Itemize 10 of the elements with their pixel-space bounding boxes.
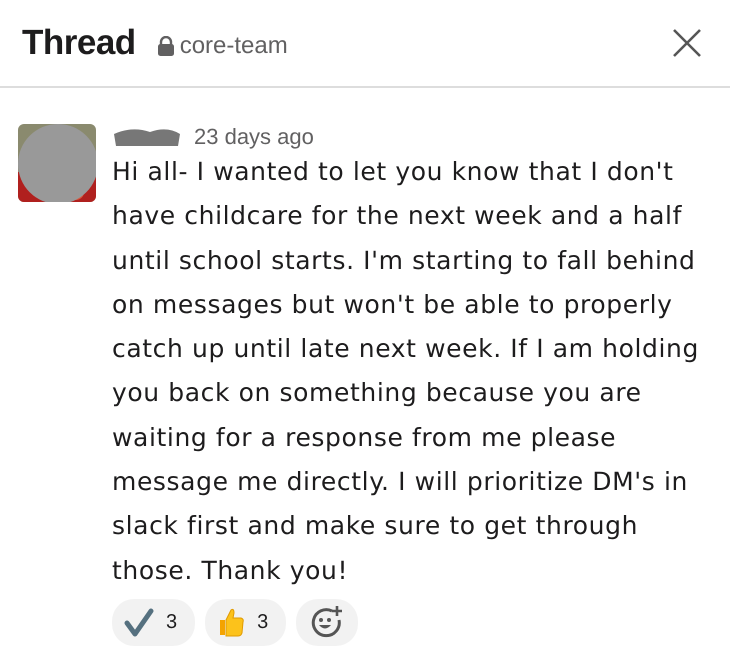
thumbs-up-icon	[217, 607, 246, 638]
message-text: Hi all- I wanted to let you know that I don't have childcare for the next week and a half until school starts. I'm starting to fall behind on messages but won't be able to properly catch up until late next week. If I am holding you back on something because you are waiting for a response from me please message me directly. I will prioritize DM's in slack first and make sure to get through those. Thank you!	[112, 156, 700, 587]
add-reaction-button[interactable]	[296, 598, 358, 646]
check-mark-icon	[124, 607, 154, 638]
reaction-button[interactable]: 3	[112, 598, 196, 646]
timestamp: 23 days ago	[194, 124, 314, 150]
reaction-button[interactable]: 3	[205, 598, 286, 646]
channel-name[interactable]: core-team	[180, 32, 288, 60]
thread-title: Thread	[22, 23, 136, 63]
add-reaction-icon	[310, 605, 344, 640]
